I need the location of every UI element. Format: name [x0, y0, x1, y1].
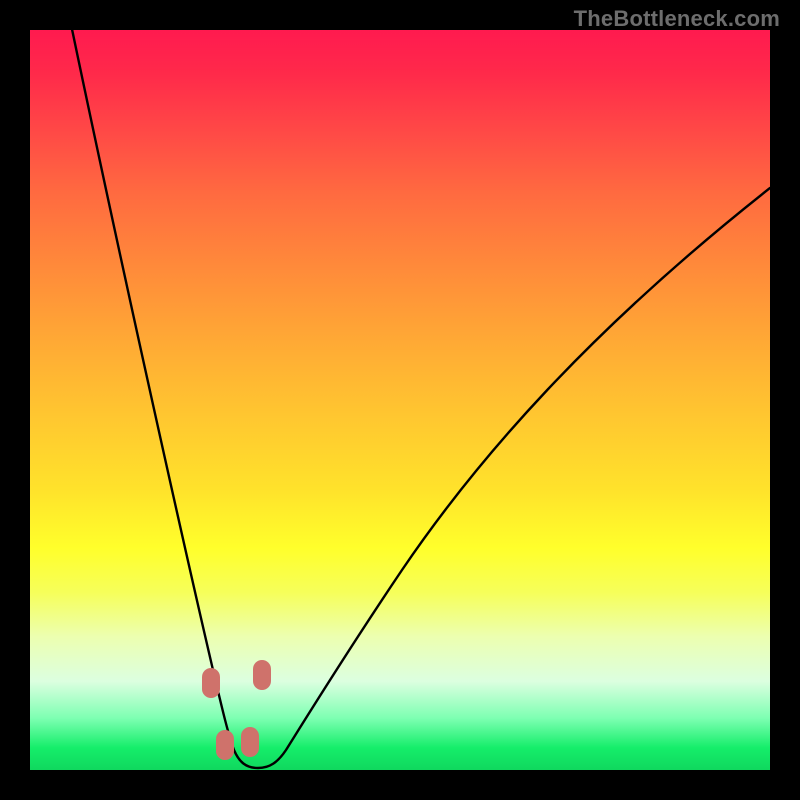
curve-marker: [216, 730, 234, 760]
curve-path: [68, 30, 770, 768]
watermark-text: TheBottleneck.com: [574, 6, 780, 32]
bottleneck-curve: [30, 30, 770, 770]
curve-marker: [253, 660, 271, 690]
chart-plot-area: [30, 30, 770, 770]
curve-marker: [241, 727, 259, 757]
curve-marker: [202, 668, 220, 698]
